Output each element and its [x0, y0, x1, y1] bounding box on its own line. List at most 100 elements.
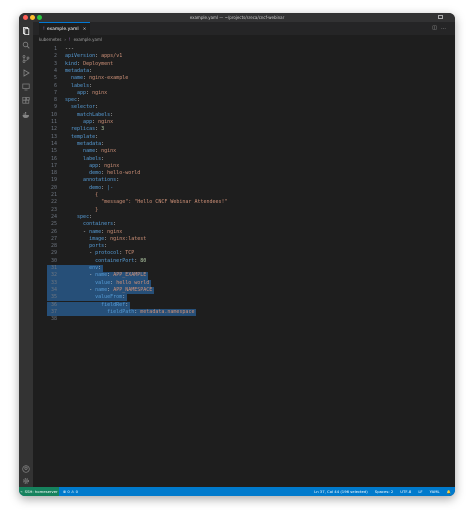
code-line: replicas: 3 — [65, 126, 104, 133]
code-token: metadata — [65, 140, 102, 147]
code-token: spec — [65, 97, 78, 104]
code-token: nginx — [92, 89, 108, 96]
line-number: 20 — [50, 184, 57, 191]
code-token: demo — [65, 170, 102, 177]
window-title: example.yaml — ~/projects/sreca/cncf-web… — [189, 15, 285, 20]
code-line: fieldPath: metadata.namespace — [65, 309, 194, 316]
line-number: 9 — [53, 104, 57, 111]
code-line: annotations: — [65, 177, 119, 184]
remote-explorer-icon[interactable] — [22, 83, 30, 91]
notifications-bell-icon[interactable]: 🔔 — [447, 490, 451, 494]
breadcrumb-file[interactable]: example.yaml — [74, 37, 102, 42]
line-number: 17 — [50, 162, 57, 169]
code-token: APP_EXAMPLE — [113, 272, 147, 279]
line-number: 33 — [50, 279, 57, 286]
code-line: - name: nginx — [65, 229, 122, 236]
code-line: --- — [65, 46, 74, 53]
line-number: 28 — [50, 243, 57, 250]
code-line: containerPort: 80 — [65, 258, 146, 265]
tab-bar: ! example.yaml × ◫… — [33, 22, 455, 35]
remote-label: SSH: homeserver — [24, 489, 58, 494]
line-number: 7 — [53, 89, 57, 96]
line-number: 34 — [50, 286, 57, 293]
cursor-position[interactable]: Ln 37, Col 44 (196 selected) — [314, 489, 368, 494]
code-token: name — [95, 286, 108, 293]
problems-indicator[interactable]: ⊗ 0 ⚠ 0 — [63, 487, 78, 496]
line-number: 32 — [50, 272, 57, 279]
line-number: 16 — [50, 155, 57, 162]
tab-example-yaml[interactable]: ! example.yaml × — [39, 22, 91, 35]
code-token: template — [65, 133, 96, 140]
files-icon[interactable] — [22, 27, 30, 35]
breadcrumb: kubernetes › ! example.yaml — [33, 35, 455, 43]
code-line: env: — [65, 265, 101, 272]
line-number: 31 — [50, 265, 57, 271]
code-line: valueFrom: — [65, 294, 125, 301]
encoding[interactable]: UTF-8 — [400, 489, 411, 494]
line-number: 26 — [50, 228, 57, 235]
line-number: 19 — [50, 177, 57, 184]
remote-indicator[interactable]: ⌁ SSH: homeserver — [19, 487, 59, 496]
breadcrumb-separator: › — [64, 36, 67, 42]
code-token: metadata.namespace — [140, 308, 195, 315]
line-number: 15 — [50, 148, 57, 155]
code-token: { — [65, 192, 99, 198]
end-of-line[interactable]: LF — [418, 489, 422, 494]
code-token: Deployment — [83, 60, 114, 67]
code-token: name — [65, 75, 84, 82]
code-line: labels: — [65, 156, 104, 163]
line-number: 24 — [50, 213, 57, 220]
code-token: --- — [65, 46, 75, 52]
run-debug-icon[interactable] — [22, 69, 30, 77]
title-bar: example.yaml — ~/projects/sreca/cncf-web… — [19, 13, 455, 22]
more-actions-icon[interactable]: … — [441, 25, 450, 31]
code-token: : — [110, 111, 114, 118]
code-token: nginx — [104, 162, 120, 169]
code-token: APP_NAMESPACE — [113, 286, 153, 293]
code-line: } — [65, 207, 98, 214]
code-line: spec: — [65, 97, 80, 104]
line-number: 6 — [53, 82, 57, 89]
indentation[interactable]: Spaces: 2 — [375, 489, 393, 494]
code-token: nginx:latest — [110, 235, 147, 242]
line-number: 21 — [50, 192, 57, 198]
code-token: } — [65, 206, 99, 213]
code-token: image — [65, 235, 105, 242]
source-control-icon[interactable] — [22, 55, 30, 63]
code-token: replicas — [65, 126, 96, 133]
settings-gear-icon[interactable] — [22, 477, 30, 485]
docker-icon[interactable] — [22, 111, 30, 119]
line-number: 8 — [53, 97, 57, 104]
code-token: : — [101, 140, 105, 147]
language-mode[interactable]: YAML — [430, 489, 440, 494]
code-token: kind — [65, 60, 78, 67]
code-token: - — [65, 250, 96, 257]
code-token: : — [77, 97, 81, 104]
line-number: 37 — [50, 308, 57, 315]
accounts-icon[interactable] — [22, 465, 30, 473]
code-token: - — [65, 286, 96, 293]
close-tab-icon[interactable]: × — [83, 27, 87, 32]
extensions-icon[interactable] — [22, 97, 30, 105]
code-line: app: nginx — [65, 163, 119, 170]
line-number: 10 — [50, 111, 57, 118]
code-line: ports: — [65, 243, 107, 250]
code-line: kind: Deployment — [65, 61, 113, 68]
line-number: 5 — [53, 75, 57, 82]
code-token: : — [98, 265, 102, 271]
code-token: labels — [65, 82, 90, 89]
code-token: apiVersion — [65, 53, 96, 60]
code-token: |- — [107, 184, 114, 191]
code-line: containers: — [65, 221, 116, 228]
layout-toggle-icon[interactable] — [438, 15, 443, 19]
code-token: name — [95, 272, 108, 279]
code-line: fieldRef: — [65, 302, 128, 309]
code-editor[interactable]: 1 --- 2 apiVersion: apps/v1 3 kind: Deploymen… — [33, 43, 455, 487]
code-line: demo: |- — [65, 185, 113, 192]
code-line: metadata: — [65, 141, 104, 148]
line-number: 11 — [50, 119, 57, 125]
breadcrumb-folder[interactable]: kubernetes — [39, 37, 61, 42]
line-number: 3 — [53, 60, 57, 67]
search-icon[interactable] — [22, 41, 30, 49]
split-editor-icon[interactable]: ◫ — [432, 25, 441, 31]
